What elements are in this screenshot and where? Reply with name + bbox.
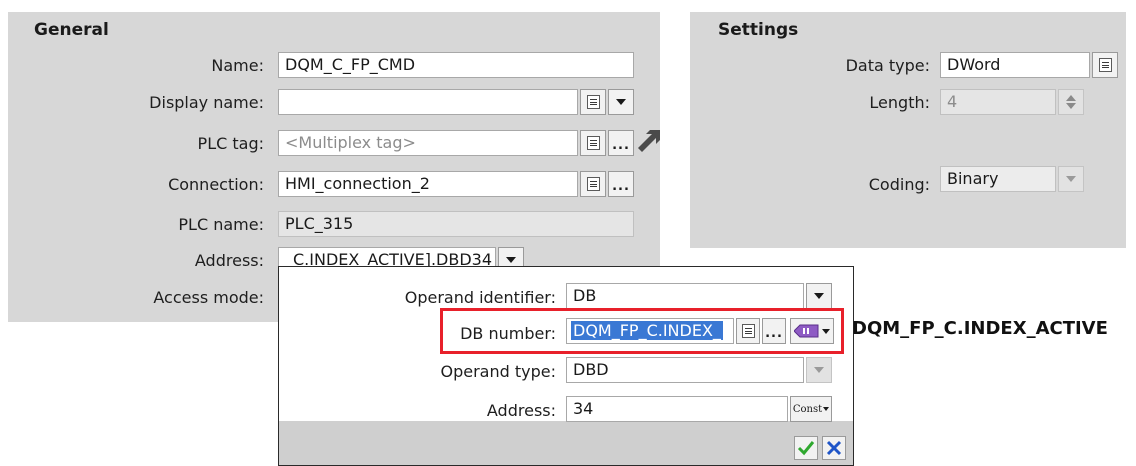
settings-panel: Settings [690, 12, 1126, 248]
display-name-dropdown-button[interactable] [608, 89, 634, 115]
checkmark-icon [797, 441, 815, 456]
display-name-field[interactable] [278, 89, 578, 115]
list-icon [586, 136, 600, 150]
popup-footer [279, 421, 853, 465]
length-field: 4 [940, 89, 1056, 115]
chevron-down-icon [814, 367, 824, 373]
list-icon [586, 177, 600, 191]
spinner-arrows-icon [1066, 95, 1076, 109]
operand-identifier-dropdown[interactable] [806, 283, 832, 309]
list-icon [586, 95, 600, 109]
coding-label: Coding: [868, 175, 930, 194]
chevron-down-icon [823, 407, 830, 411]
display-name-list-button[interactable] [580, 89, 606, 115]
chevron-down-icon [506, 257, 516, 263]
plc-name-field: PLC_315 [278, 211, 634, 237]
settings-title: Settings [718, 20, 799, 40]
general-title: General [34, 20, 109, 40]
name-label: Name: [211, 56, 264, 75]
plc-tag-field[interactable]: <Multiplex tag> [278, 130, 578, 156]
popup-address-label: Address: [486, 401, 556, 420]
connection-field[interactable]: HMI_connection_2 [278, 171, 578, 197]
address-label: Address: [194, 251, 264, 270]
operand-type-field: DBD [566, 357, 804, 383]
data-type-list-button[interactable] [1092, 52, 1118, 78]
chevron-down-icon [1066, 176, 1076, 182]
operand-type-dropdown [806, 357, 832, 383]
length-spinner [1058, 89, 1084, 115]
operand-identifier-label: Operand identifier: [404, 288, 556, 307]
chevron-down-icon [814, 293, 824, 299]
operand-type-label: Operand type: [440, 362, 557, 381]
close-icon [826, 440, 842, 456]
popup-address-field[interactable]: 34 [566, 396, 788, 422]
confirm-button[interactable] [794, 436, 818, 460]
connection-list-button[interactable] [580, 171, 606, 197]
connection-label: Connection: [168, 175, 264, 194]
length-label: Length: [869, 93, 930, 112]
ellipsis-icon: ... [612, 179, 630, 194]
plc-tag-list-button[interactable] [580, 130, 606, 156]
connection-browse-button[interactable]: ... [608, 171, 634, 197]
const-button[interactable]: Const [790, 396, 832, 422]
chevron-down-icon [616, 99, 626, 105]
plc-tag-browse-button[interactable]: ... [608, 130, 634, 156]
db-number-tooltip: DQM_FP_C.INDEX_ACTIVE [852, 318, 1108, 339]
list-icon [1098, 58, 1112, 72]
cancel-button[interactable] [822, 436, 846, 460]
coding-dropdown-button [1058, 166, 1084, 192]
const-label: Const [792, 403, 823, 415]
access-mode-label: Access mode: [153, 288, 264, 307]
operand-identifier-field[interactable]: DB [566, 283, 804, 309]
display-name-label: Display name: [149, 93, 264, 112]
data-type-label: Data type: [845, 56, 930, 75]
data-type-field[interactable]: DWord [940, 52, 1090, 78]
highlight-box [440, 308, 844, 354]
coding-field: Binary [940, 166, 1056, 192]
name-field[interactable]: DQM_C_FP_CMD [278, 52, 634, 78]
goto-arrow-icon[interactable] [638, 130, 662, 154]
plc-tag-label: PLC tag: [197, 134, 264, 153]
plc-name-label: PLC name: [178, 215, 264, 234]
ellipsis-icon: ... [612, 138, 630, 153]
